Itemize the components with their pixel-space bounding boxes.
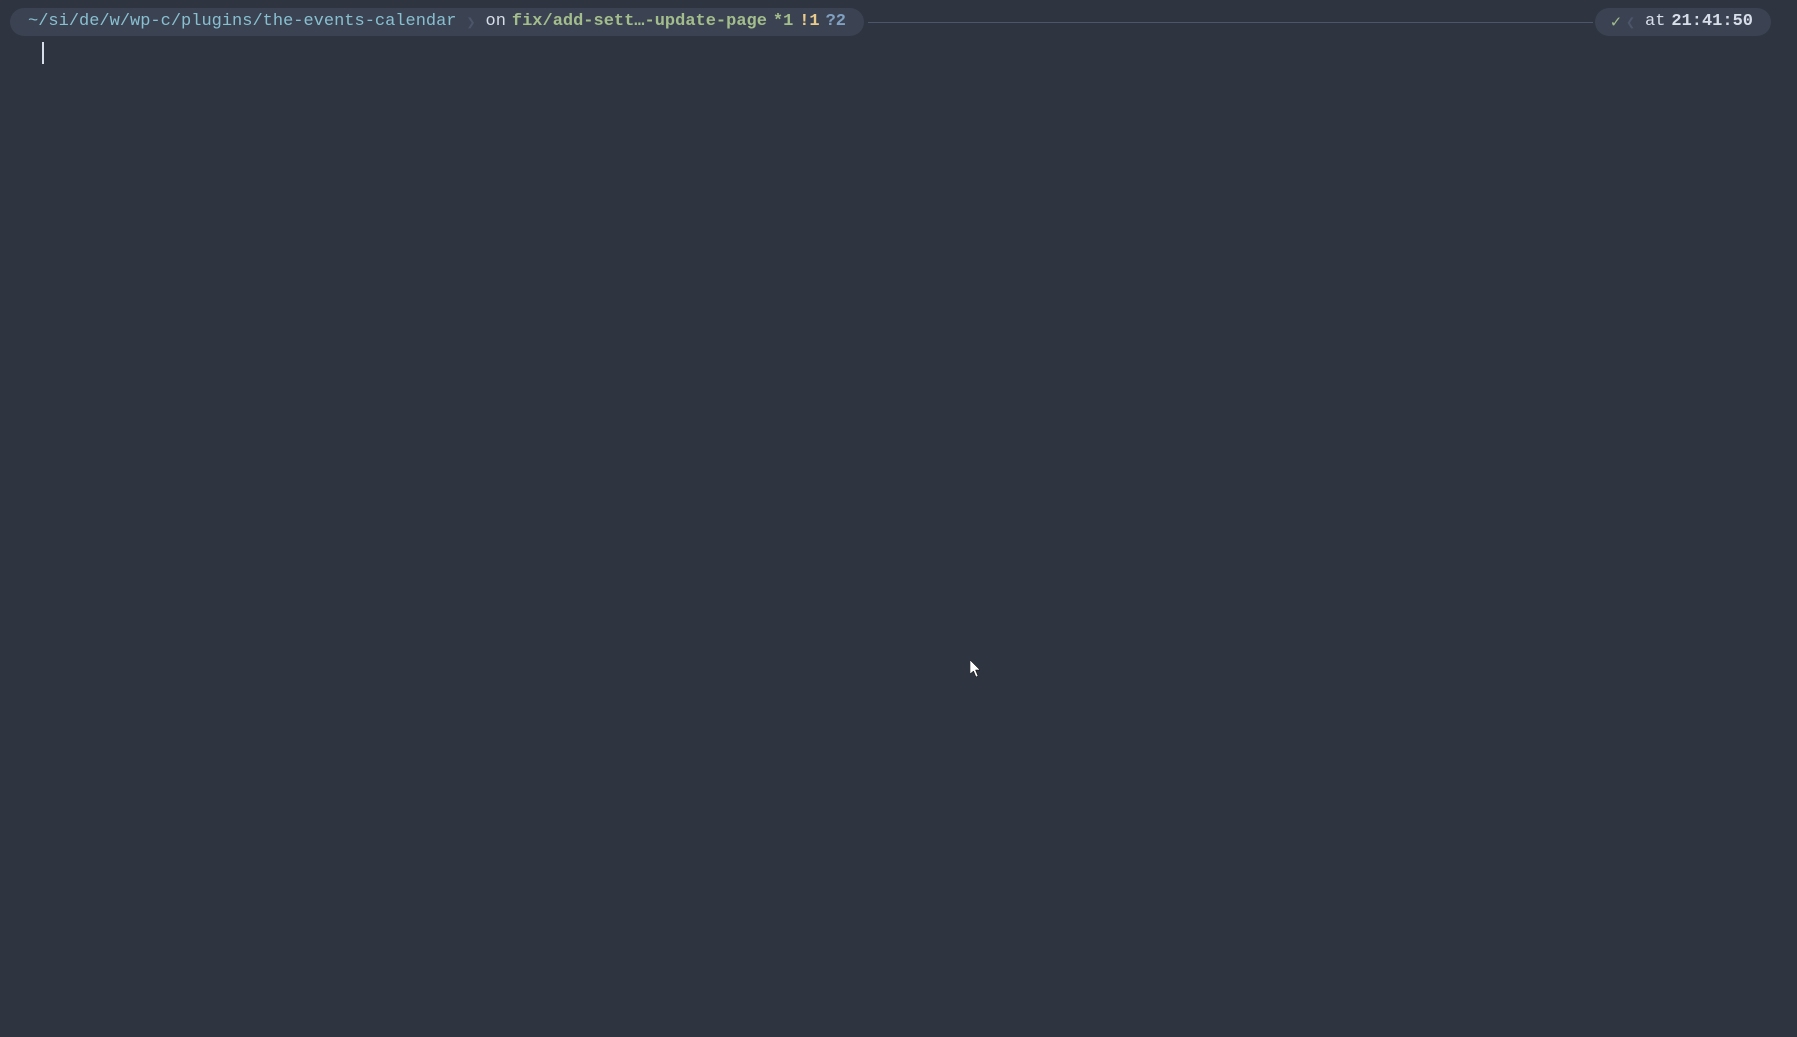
prompt-divider xyxy=(868,22,1593,23)
path-seg1: si xyxy=(48,10,68,34)
prompt-cap-right xyxy=(1757,8,1771,36)
text-cursor xyxy=(42,42,44,64)
git-segment: on fix/add-sett…-update-page *1 !1 ?2 xyxy=(482,8,850,36)
chevron-left-icon: ❮ xyxy=(1626,8,1641,36)
path-seg4: wp-c xyxy=(130,10,171,34)
time-segment: at 21:41:50 xyxy=(1641,8,1757,36)
prompt-line: ~/si/de/w/wp-c/plugins/the-events-calend… xyxy=(0,0,1797,36)
path-sep: / xyxy=(171,10,181,34)
path-seg3: w xyxy=(110,10,120,34)
path-seg2: de xyxy=(79,10,99,34)
time-value: 21:41:50 xyxy=(1671,10,1753,34)
path-sep: / xyxy=(252,10,262,34)
path-seg5: plugins xyxy=(181,10,252,34)
path-sep: / xyxy=(99,10,109,34)
at-label: at xyxy=(1645,10,1665,34)
prompt-left-segment: ~/si/de/w/wp-c/plugins/the-events-calend… xyxy=(12,8,864,36)
check-icon: ✓ xyxy=(1609,8,1626,36)
path-tilde: ~ xyxy=(28,10,38,34)
prompt-cap-left xyxy=(10,8,24,36)
git-modified-indicator: !1 xyxy=(799,10,819,34)
command-input-line[interactable] xyxy=(0,42,1797,64)
git-branch: fix/add-sett…-update-page xyxy=(512,10,767,34)
git-staged-indicator: *1 xyxy=(773,10,793,34)
path-final: the-events-calendar xyxy=(263,10,457,34)
prompt-cap-left-right xyxy=(1595,8,1609,36)
path-sep: / xyxy=(38,10,48,34)
chevron-right-icon: ❯ xyxy=(461,8,482,36)
path-sep: / xyxy=(69,10,79,34)
path-segment: ~/si/de/w/wp-c/plugins/the-events-calend… xyxy=(24,8,461,36)
mouse-cursor-icon xyxy=(970,660,982,678)
git-untracked-indicator: ?2 xyxy=(826,10,846,34)
path-sep: / xyxy=(120,10,130,34)
prompt-cap-right-left xyxy=(850,8,864,36)
on-label: on xyxy=(486,10,506,34)
prompt-right-segment: ✓ ❮ at 21:41:50 xyxy=(1597,8,1771,36)
